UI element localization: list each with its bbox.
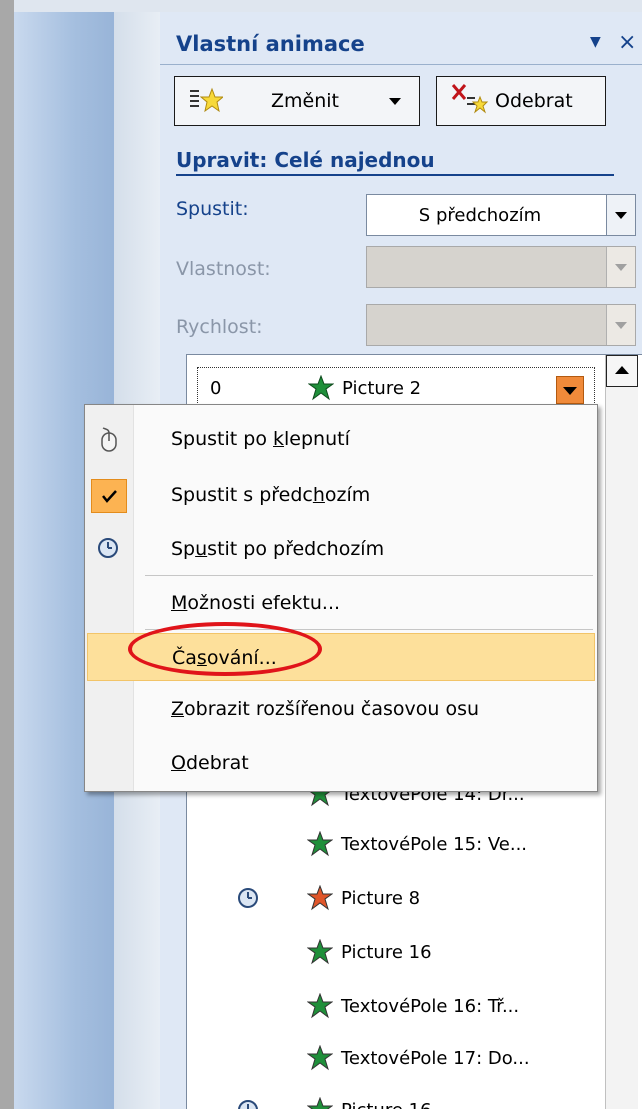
effect-star-icon xyxy=(307,1045,333,1071)
animation-list-item[interactable]: Picture 16 xyxy=(187,931,605,973)
menu-item-label: Odebrat xyxy=(171,752,249,774)
change-effect-label: Změnit xyxy=(271,90,339,112)
mouse-icon xyxy=(101,427,117,452)
list-scrollbar[interactable] xyxy=(605,355,638,1109)
add-effect-star-icon xyxy=(190,87,223,113)
menu-item-spustit-po-klepnut[interactable]: Spustit po klepnutí xyxy=(87,415,595,463)
remove-effect-icon xyxy=(451,84,489,114)
remove-effect-button[interactable]: Odebrat xyxy=(436,76,606,126)
effect-star-icon xyxy=(307,939,333,965)
menu-item-label: Možnosti efektu... xyxy=(171,592,341,614)
edit-section-title: Upravit: Celé najednou xyxy=(176,148,614,176)
checkmark-icon xyxy=(91,479,127,513)
animation-list-item[interactable]: Picture 8 xyxy=(187,877,605,919)
effect-star-icon xyxy=(307,831,333,857)
menu-item-odebrat[interactable]: Odebrat xyxy=(87,739,595,787)
menu-item-spustit-s-p-edchoz-m[interactable]: Spustit s předchozím xyxy=(87,471,595,519)
start-label: Spustit: xyxy=(176,198,249,220)
pane-close-icon[interactable]: × xyxy=(618,30,636,55)
pane-menu-icon[interactable]: ▼ xyxy=(590,34,601,50)
menu-item-asov-n[interactable]: Časování... xyxy=(87,633,595,681)
menu-item-spustit-po-p-edchoz-m[interactable]: Spustit po předchozím xyxy=(87,525,595,573)
animation-item-name: Picture 16 xyxy=(341,942,432,963)
menu-item-label: Spustit po klepnutí xyxy=(171,428,350,450)
menu-item-zobrazit-roz-enou-asovou-osu[interactable]: Zobrazit rozšířenou časovou osu xyxy=(87,685,595,733)
entrance-effect-star-icon xyxy=(308,375,334,401)
effect-star-icon xyxy=(307,885,333,911)
menu-item-label: Spustit s předchozím xyxy=(171,484,371,506)
start-combobox[interactable]: S předchozím xyxy=(366,194,636,236)
effect-star-icon xyxy=(307,993,333,1019)
animation-list-item[interactable]: Picture 16 xyxy=(187,1089,605,1109)
chevron-down-icon[interactable] xyxy=(606,195,635,235)
chevron-down-icon xyxy=(606,247,635,287)
pane-header: Vlastní animace ▼ × xyxy=(160,28,642,65)
animation-list-item[interactable]: TextovéPole 17: Do... xyxy=(187,1037,605,1079)
animation-item-name: Picture 8 xyxy=(341,888,421,909)
pane-title: Vlastní animace xyxy=(176,32,365,56)
start-value: S předchozím xyxy=(418,205,542,226)
animation-order-number: 0 xyxy=(210,378,222,399)
scroll-up-arrow-icon[interactable] xyxy=(606,355,638,387)
animation-list-item-selected[interactable]: 0 Picture 2 xyxy=(197,367,595,409)
animation-list-item[interactable]: TextovéPole 16: Tř... xyxy=(187,985,605,1027)
clock-icon xyxy=(98,538,118,558)
item-dropdown-icon[interactable] xyxy=(556,376,584,404)
property-label: Vlastnost: xyxy=(176,258,271,280)
animation-list-item[interactable]: TextovéPole 15: Ve... xyxy=(187,823,605,865)
animation-item-name: TextovéPole 17: Do... xyxy=(341,1048,530,1069)
speed-label: Rychlost: xyxy=(176,316,263,338)
animation-item-name: Picture 2 xyxy=(342,378,422,399)
change-effect-button[interactable]: Změnit xyxy=(174,76,420,126)
animation-item-name: TextovéPole 16: Tř... xyxy=(341,996,520,1017)
menu-item-label: Časování... xyxy=(172,647,277,669)
chevron-down-icon xyxy=(389,98,401,105)
application-window: Vlastní animace ▼ × Změnit Odebrat Uprav… xyxy=(14,0,642,1109)
menu-separator xyxy=(145,629,593,630)
chevron-down-icon xyxy=(606,305,635,345)
remove-effect-label: Odebrat xyxy=(495,90,573,112)
effect-star-icon xyxy=(307,1097,333,1109)
window-top-strip xyxy=(14,0,642,12)
animation-item-name: Picture 16 xyxy=(341,1100,432,1109)
menu-item-mo-nosti-efektu[interactable]: Možnosti efektu... xyxy=(87,579,595,627)
property-combobox xyxy=(366,246,636,288)
menu-item-label: Spustit po předchozím xyxy=(171,538,385,560)
menu-separator xyxy=(145,575,593,576)
context-menu: Spustit po klepnutí Spustit s předchozím S… xyxy=(84,404,598,792)
animation-item-name: TextovéPole 15: Ve... xyxy=(341,834,528,855)
clock-icon xyxy=(238,1100,258,1109)
speed-combobox xyxy=(366,304,636,346)
menu-item-label: Zobrazit rozšířenou časovou osu xyxy=(171,698,480,720)
clock-icon xyxy=(238,888,258,908)
